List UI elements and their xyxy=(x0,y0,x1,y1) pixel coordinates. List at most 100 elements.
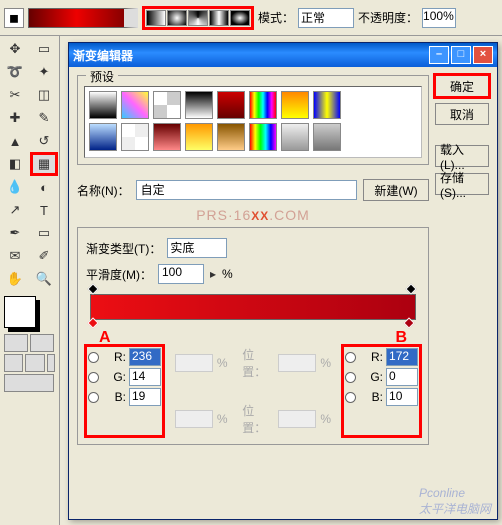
opacity-stop-left[interactable] xyxy=(87,283,98,294)
quickmask-on[interactable] xyxy=(30,334,54,352)
preset-swatch-6[interactable] xyxy=(281,91,309,119)
minimize-button[interactable]: – xyxy=(429,46,449,64)
r-radio-a[interactable] xyxy=(88,352,99,363)
wand-tool[interactable]: ✦ xyxy=(31,61,57,83)
gradient-tool[interactable]: ▦ xyxy=(31,153,57,175)
preset-swatch-13[interactable] xyxy=(249,123,277,151)
grad-type-label: 渐变类型(T)： xyxy=(86,240,161,257)
watermark-text: PRS·16XX.COM xyxy=(77,207,429,223)
blur-tool[interactable]: 💧 xyxy=(2,176,28,198)
linear-gradient-button[interactable] xyxy=(146,10,166,26)
preset-swatch-3[interactable] xyxy=(185,91,213,119)
pos-a xyxy=(278,354,316,372)
move-tool[interactable]: ✥ xyxy=(2,38,28,60)
tool-preset-picker[interactable]: ◼ xyxy=(4,8,24,28)
pos-b xyxy=(278,410,316,428)
preset-swatch-1[interactable] xyxy=(121,91,149,119)
rgb-a-group: R:236 G:14 B:19 xyxy=(86,346,163,436)
cancel-button[interactable]: 取消 xyxy=(435,103,489,125)
title-bar[interactable]: 渐变编辑器 – □ × xyxy=(69,43,497,67)
pct-b xyxy=(175,410,213,428)
quickmask-off[interactable] xyxy=(4,334,28,352)
preset-swatch-11[interactable] xyxy=(185,123,213,151)
name-label: 名称(N)： xyxy=(77,182,130,199)
r-input-b[interactable]: 172 xyxy=(386,348,418,366)
dodge-tool[interactable]: ◐ xyxy=(31,176,57,198)
eyedropper-tool[interactable]: ✐ xyxy=(31,245,57,267)
preset-swatch-4[interactable] xyxy=(217,91,245,119)
gradient-section: 渐变类型(T)： 实底 平滑度(M)： 100 ▸ % A xyxy=(77,227,429,445)
stamp-tool[interactable]: ▲ xyxy=(2,130,28,152)
hand-tool[interactable]: ✋ xyxy=(2,268,28,290)
marquee-tool[interactable]: ▭ xyxy=(31,38,57,60)
diamond-gradient-button[interactable] xyxy=(230,10,250,26)
screen-full[interactable] xyxy=(25,354,44,372)
screen-standard[interactable] xyxy=(4,354,23,372)
preset-swatch-14[interactable] xyxy=(281,123,309,151)
color-stop-a[interactable] xyxy=(87,317,98,328)
gradient-type-group xyxy=(142,6,254,30)
mode-select[interactable]: 正常 xyxy=(298,8,354,28)
opacity-input[interactable]: 100% xyxy=(422,8,456,28)
color-stop-b[interactable] xyxy=(403,317,414,328)
g-input-a[interactable]: 14 xyxy=(129,368,161,386)
preset-swatch-2[interactable] xyxy=(153,91,181,119)
name-input[interactable]: 自定 xyxy=(136,180,357,200)
shape-tool[interactable]: ▭ xyxy=(31,222,57,244)
grad-type-select[interactable]: 实底 xyxy=(167,238,227,258)
pen-tool[interactable]: ✒ xyxy=(2,222,28,244)
preset-swatch-12[interactable] xyxy=(217,123,245,151)
preset-label: 预设 xyxy=(86,68,118,85)
foreground-color[interactable] xyxy=(4,296,36,328)
b-radio-a[interactable] xyxy=(88,392,99,403)
save-button[interactable]: 存储(S)... xyxy=(435,173,489,195)
maximize-button[interactable]: □ xyxy=(451,46,471,64)
mode-label: 模式： xyxy=(258,9,294,26)
stop-b-label: B xyxy=(395,329,407,347)
gradient-preview[interactable] xyxy=(28,8,138,28)
preset-swatch-10[interactable] xyxy=(153,123,181,151)
load-button[interactable]: 载入(L)... xyxy=(435,145,489,167)
percent-label: % xyxy=(222,267,233,281)
slice-tool[interactable]: ◫ xyxy=(31,84,57,106)
preset-group: 预设 xyxy=(77,75,429,165)
path-tool[interactable]: ↗ xyxy=(2,199,28,221)
angle-gradient-button[interactable] xyxy=(188,10,208,26)
b-radio-b[interactable] xyxy=(345,392,356,403)
radial-gradient-button[interactable] xyxy=(167,10,187,26)
heal-tool[interactable]: ✚ xyxy=(2,107,28,129)
smooth-input[interactable]: 100 xyxy=(158,264,204,284)
type-tool[interactable]: T xyxy=(31,199,57,221)
opacity-label: 不透明度： xyxy=(358,9,418,26)
screen-full2[interactable] xyxy=(47,354,55,372)
new-button[interactable]: 新建(W) xyxy=(363,179,429,201)
rgb-b-group: R:172 G:0 B:10 xyxy=(343,346,420,436)
zoom-tool[interactable]: 🔍 xyxy=(31,268,57,290)
jump-button[interactable] xyxy=(4,374,54,392)
eraser-tool[interactable]: ◧ xyxy=(2,153,28,175)
ok-button[interactable]: 确定 xyxy=(435,75,489,97)
crop-tool[interactable]: ✂ xyxy=(2,84,28,106)
g-radio-b[interactable] xyxy=(345,372,356,383)
preset-swatch-5[interactable] xyxy=(249,91,277,119)
b-input-a[interactable]: 19 xyxy=(129,388,161,406)
close-button[interactable]: × xyxy=(473,46,493,64)
b-input-b[interactable]: 10 xyxy=(386,388,418,406)
gradient-track[interactable]: A B xyxy=(90,294,416,320)
brush-tool[interactable]: ✎ xyxy=(31,107,57,129)
opacity-stop-right[interactable] xyxy=(405,283,416,294)
lasso-tool[interactable]: ➰ xyxy=(2,61,28,83)
g-radio-a[interactable] xyxy=(88,372,99,383)
r-radio-b[interactable] xyxy=(345,352,356,363)
preset-swatch-15[interactable] xyxy=(313,123,341,151)
reflected-gradient-button[interactable] xyxy=(209,10,229,26)
preset-swatch-9[interactable] xyxy=(121,123,149,151)
r-input-a[interactable]: 236 xyxy=(129,348,161,366)
g-input-b[interactable]: 0 xyxy=(386,368,418,386)
preset-swatch-0[interactable] xyxy=(89,91,117,119)
preset-swatch-7[interactable] xyxy=(313,91,341,119)
preset-swatch-8[interactable] xyxy=(89,123,117,151)
toolbox: ✥ ▭ ➰ ✦ ✂ ◫ ✚ ✎ ▲ ↺ ◧ ▦ 💧 ◐ ↗ T ✒ ▭ ✉ ✐ … xyxy=(0,36,60,525)
notes-tool[interactable]: ✉ xyxy=(2,245,28,267)
history-brush-tool[interactable]: ↺ xyxy=(31,130,57,152)
